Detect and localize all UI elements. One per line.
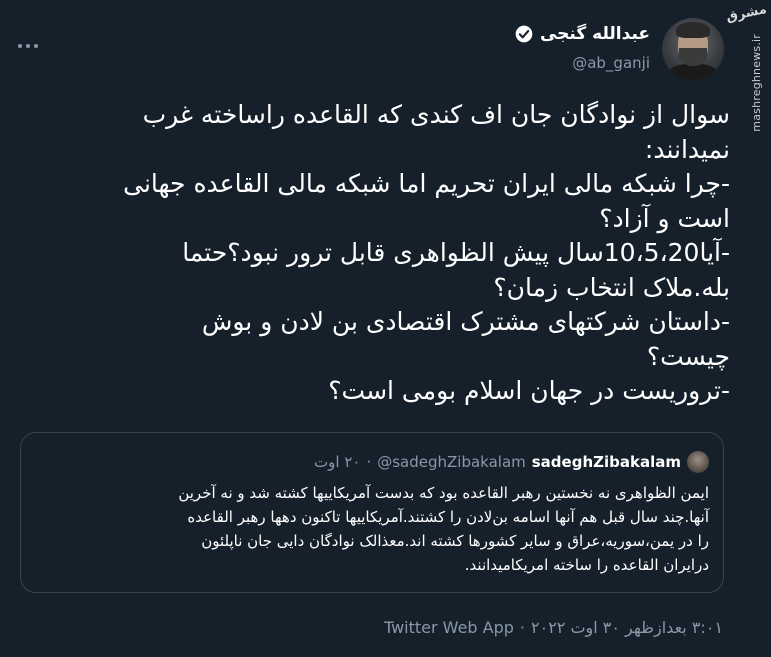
quoted-date: ۲۰ اوت — [314, 453, 361, 471]
tweet-line: -آیا10،5،20سال پیش الظواهری قابل ترور نب… — [182, 238, 730, 267]
quoted-tweet-text: ایمن الظواهری نه نخستین رهبر القاعده بود… — [37, 481, 709, 577]
footer-separator: · — [519, 618, 525, 637]
verified-badge-icon — [515, 25, 533, 43]
tweet-line: -چرا شبکه مالی ایران تحریم اما شبکه مالی… — [123, 169, 730, 198]
more-options-icon[interactable] — [18, 44, 40, 50]
quoted-line: درایران القاعده را ساخته امریکامیدانند. — [464, 556, 709, 574]
tweet-timestamp[interactable]: ۳:۰۱ بعدازظهر ۳۰ اوت ۲۰۲۲ — [531, 618, 723, 637]
tweet-line: سوال از نوادگان جان اف کندی که القاعده ر… — [142, 100, 730, 129]
tweet-line: -تروریست در جهان اسلام بومی است؟ — [328, 376, 730, 405]
tweet-header: عبدالله گنجی @ab_ganji — [0, 18, 771, 82]
tweet-line: بله.ملاک انتخاب زمان؟ — [493, 272, 730, 302]
tweet-line: -داستان شرکتهای مشترک اقتصادی بن لادن و … — [201, 307, 730, 336]
quoted-separator: · — [366, 453, 372, 471]
tweet-detail-page: مشرق mashreghnews.ir عبدالله گنجی @ab_ga… — [0, 0, 771, 657]
tweet-source[interactable]: Twitter Web App — [384, 618, 514, 637]
quoted-author-name: sadeghZibakalam — [531, 453, 681, 471]
tweet-text: سوال از نوادگان جان اف کندی که القاعده ر… — [62, 98, 730, 409]
tweet-line: چیست؟ — [646, 341, 730, 371]
quoted-author-handle: @sadeghZibakalam — [377, 453, 526, 471]
author-name-row[interactable]: عبدالله گنجی — [514, 24, 650, 44]
quoted-tweet-header: sadeghZibakalam @sadeghZibakalam · ۲۰ او… — [314, 451, 709, 473]
tweet-line: نمیدانند: — [644, 134, 730, 164]
quoted-author-avatar — [687, 451, 709, 473]
author-avatar[interactable] — [662, 18, 724, 80]
author-display-name[interactable]: عبدالله گنجی — [540, 24, 650, 44]
quoted-line: را در یمن،سوریه،عراق و سایر کشورها کشته … — [201, 532, 709, 550]
quoted-line: ایمن الظواهری نه نخستین رهبر القاعده بود… — [178, 484, 709, 502]
quoted-line: آنها.چند سال قبل هم آنها اسامه بن‌لادن ر… — [187, 508, 709, 526]
tweet-line: است و آزاد؟ — [599, 203, 730, 233]
tweet-footer: ۳:۰۱ بعدازظهر ۳۰ اوت ۲۰۲۲ · Twitter Web … — [384, 618, 723, 637]
author-handle[interactable]: @ab_ganji — [572, 54, 650, 72]
quoted-tweet-card[interactable]: sadeghZibakalam @sadeghZibakalam · ۲۰ او… — [20, 432, 724, 593]
